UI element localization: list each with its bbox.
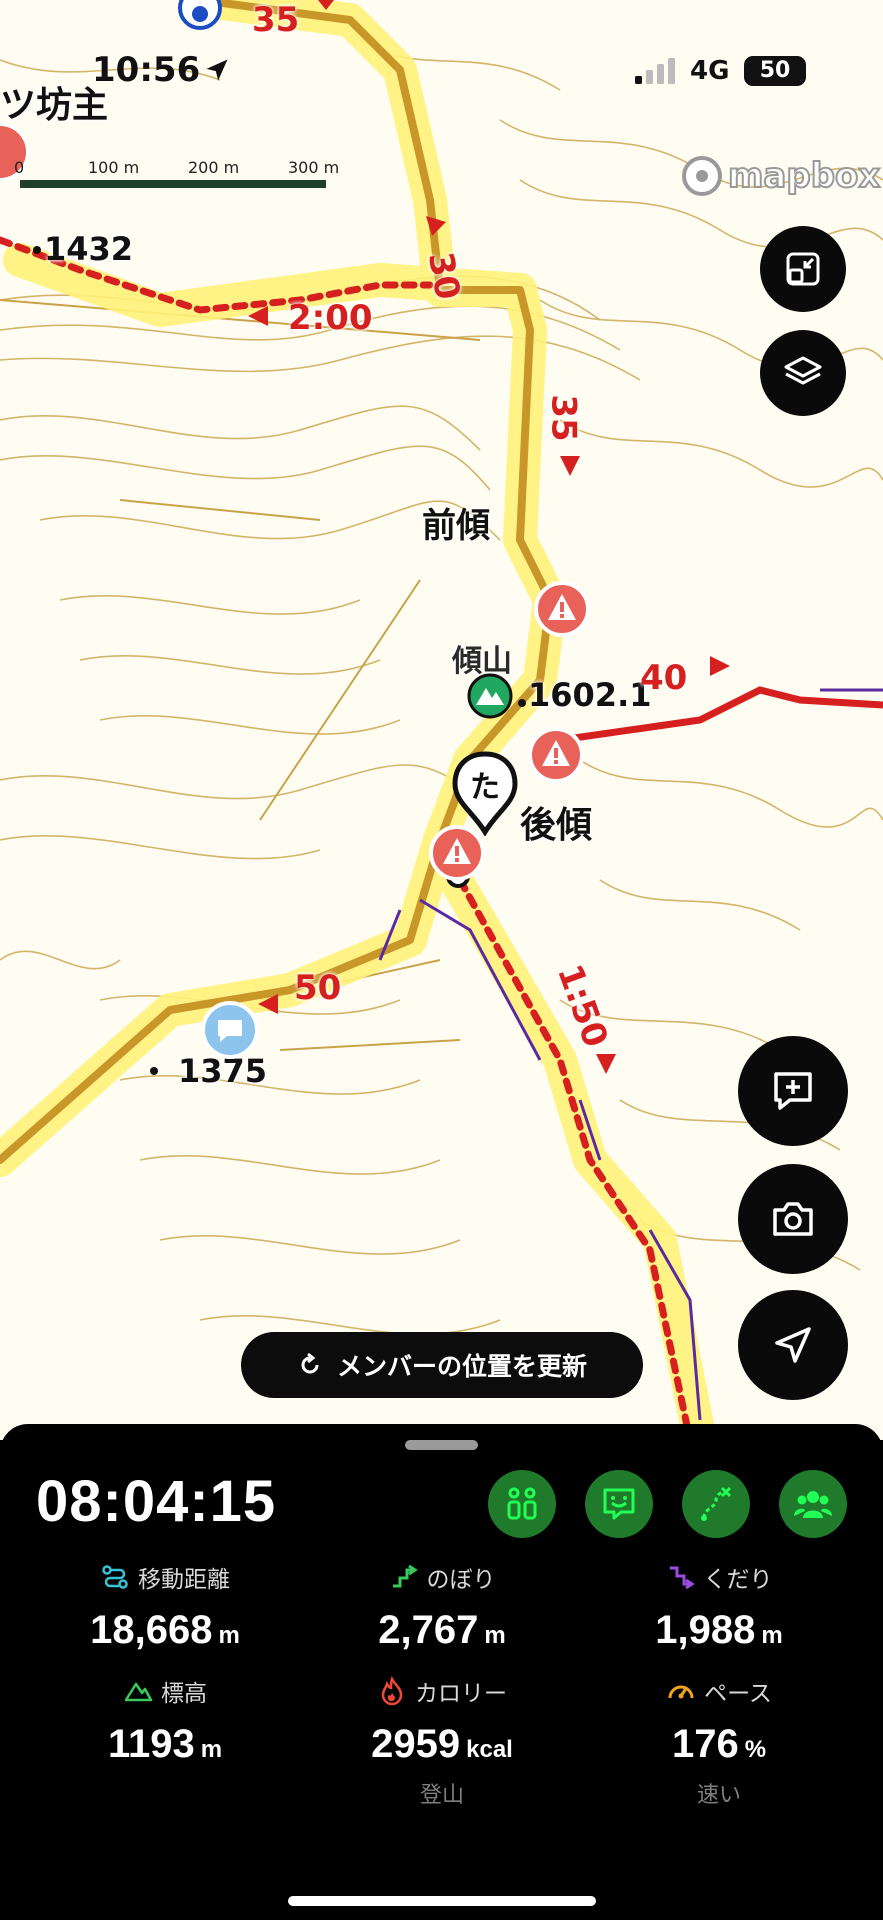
stat-unit: m: [200, 1736, 223, 1763]
stat-label: カロリー: [415, 1681, 507, 1707]
mountain-icon: [467, 673, 513, 719]
stat-value: 1193: [107, 1722, 195, 1766]
stat-unit: kcal: [466, 1736, 513, 1763]
drag-handle[interactable]: [405, 1440, 478, 1450]
warning-marker[interactable]: [533, 580, 591, 642]
group-button[interactable]: [779, 1470, 847, 1538]
camera-icon: [773, 1202, 813, 1236]
group-icon: [794, 1491, 832, 1518]
elevation-label: 1432: [44, 230, 134, 268]
scale-label: 300 m: [288, 158, 340, 177]
layers-icon: [784, 356, 822, 385]
stat-label: 移動距離: [138, 1567, 230, 1593]
refresh-members-label: メンバーの位置を更新: [336, 1352, 587, 1381]
elevation-icon: [124, 1682, 153, 1702]
refresh-icon: [301, 1352, 319, 1374]
collapse-icon: [786, 252, 820, 286]
descent-icon: [669, 1566, 695, 1590]
scale-bar-line: [20, 180, 326, 188]
add-comment-icon: [774, 1072, 812, 1110]
route-time-label: 35: [252, 0, 300, 40]
warning-marker[interactable]: [527, 726, 585, 788]
stat-value: 2959: [371, 1722, 461, 1766]
network-type: 4G: [690, 56, 730, 86]
fullscreen-button[interactable]: [760, 226, 846, 312]
route-time-label: 30: [419, 249, 468, 303]
chat-icon: [603, 1488, 635, 1520]
home-indicator[interactable]: [288, 1896, 596, 1906]
stat-unit: m: [484, 1622, 506, 1649]
stat-sub: 速い: [696, 1783, 741, 1808]
branch-route-button[interactable]: [682, 1470, 750, 1538]
scale-label: 0: [14, 158, 25, 177]
peak-marker[interactable]: [466, 672, 514, 724]
ascent-icon: [392, 1564, 418, 1588]
scale-label: 200 m: [188, 158, 240, 177]
stat-value: 176: [671, 1722, 739, 1766]
signal-icon: [633, 58, 681, 88]
stat-sub: 登山: [419, 1783, 464, 1808]
mapbox-logo-icon: [682, 156, 722, 196]
elapsed-time: 08:04:15: [36, 1469, 277, 1534]
layers-button[interactable]: [760, 330, 846, 416]
stat-ascent: のぼり 2,767 m: [297, 1560, 587, 1653]
comment-marker[interactable]: [200, 1000, 260, 1064]
stat-elevation: 標高 1193 m: [20, 1674, 310, 1767]
distance-icon: [102, 1565, 128, 1589]
map-view[interactable]: 10:56 4G 50 mapbox 0 100 m 200 m 300 m ツ…: [0, 0, 883, 1440]
route-time-label: 2:00: [288, 298, 373, 338]
navigation-arrow-icon: [775, 1327, 811, 1363]
flame-icon: [381, 1676, 403, 1706]
gauge-icon: [668, 1685, 694, 1699]
warning-icon: [534, 581, 590, 637]
refresh-members-button[interactable]: メンバーの位置を更新: [241, 1332, 643, 1398]
stat-label: くだり: [703, 1567, 773, 1593]
activity-panel: 08:04:15 移動距離 18,668 m のぼり 2,767 m くだり 1,9…: [0, 1424, 883, 1920]
route-time-label: 35: [543, 394, 584, 442]
stat-distance: 移動距離 18,668 m: [20, 1560, 310, 1653]
stat-pace: ペース 176% 速い: [574, 1674, 864, 1809]
stat-unit: m: [761, 1622, 783, 1649]
place-label: ツ坊主: [0, 85, 109, 126]
place-label: 前傾: [422, 506, 490, 546]
mapbox-attribution[interactable]: mapbox: [682, 155, 881, 197]
status-bar: 10:56 4G 50: [0, 50, 883, 96]
stat-unit: m: [218, 1622, 240, 1649]
route-highlight: [0, 0, 717, 1440]
battery-indicator: 50: [744, 56, 806, 86]
route-time-label: 50: [294, 968, 342, 1008]
place-label: 後傾: [520, 805, 593, 846]
scale-bar: 0 100 m 200 m 300 m: [12, 158, 342, 198]
scale-label: 100 m: [88, 158, 140, 177]
route-time-label: 40: [640, 658, 688, 698]
mapbox-label: mapbox: [727, 155, 881, 197]
location-arrow-icon: [203, 56, 231, 88]
clock: 10:56: [92, 50, 201, 90]
stat-calories: カロリー 2959 kcal 登山: [297, 1674, 587, 1809]
add-comment-button[interactable]: [738, 1036, 848, 1146]
recenter-button[interactable]: [738, 1290, 848, 1400]
stat-label: のぼり: [426, 1567, 496, 1593]
elevation-label: 1602.1: [528, 676, 652, 714]
stat-descent: くだり 1,988 m: [574, 1560, 864, 1653]
route-plan-button[interactable]: [488, 1470, 556, 1538]
branch-route-icon: [701, 1486, 732, 1521]
camera-button[interactable]: [738, 1164, 848, 1274]
stat-unit: %: [744, 1736, 767, 1763]
stat-label: ペース: [704, 1681, 772, 1707]
stat-value: 1,988: [655, 1608, 756, 1652]
chat-bubble-icon: [201, 1001, 259, 1059]
member-initial: た: [470, 770, 500, 805]
stat-value: 18,668: [90, 1608, 213, 1652]
stat-value: 2,767: [378, 1608, 479, 1652]
warning-icon: [528, 727, 584, 783]
chat-button[interactable]: [585, 1470, 653, 1538]
stat-label: 標高: [161, 1681, 207, 1707]
route-icon: [507, 1487, 537, 1520]
